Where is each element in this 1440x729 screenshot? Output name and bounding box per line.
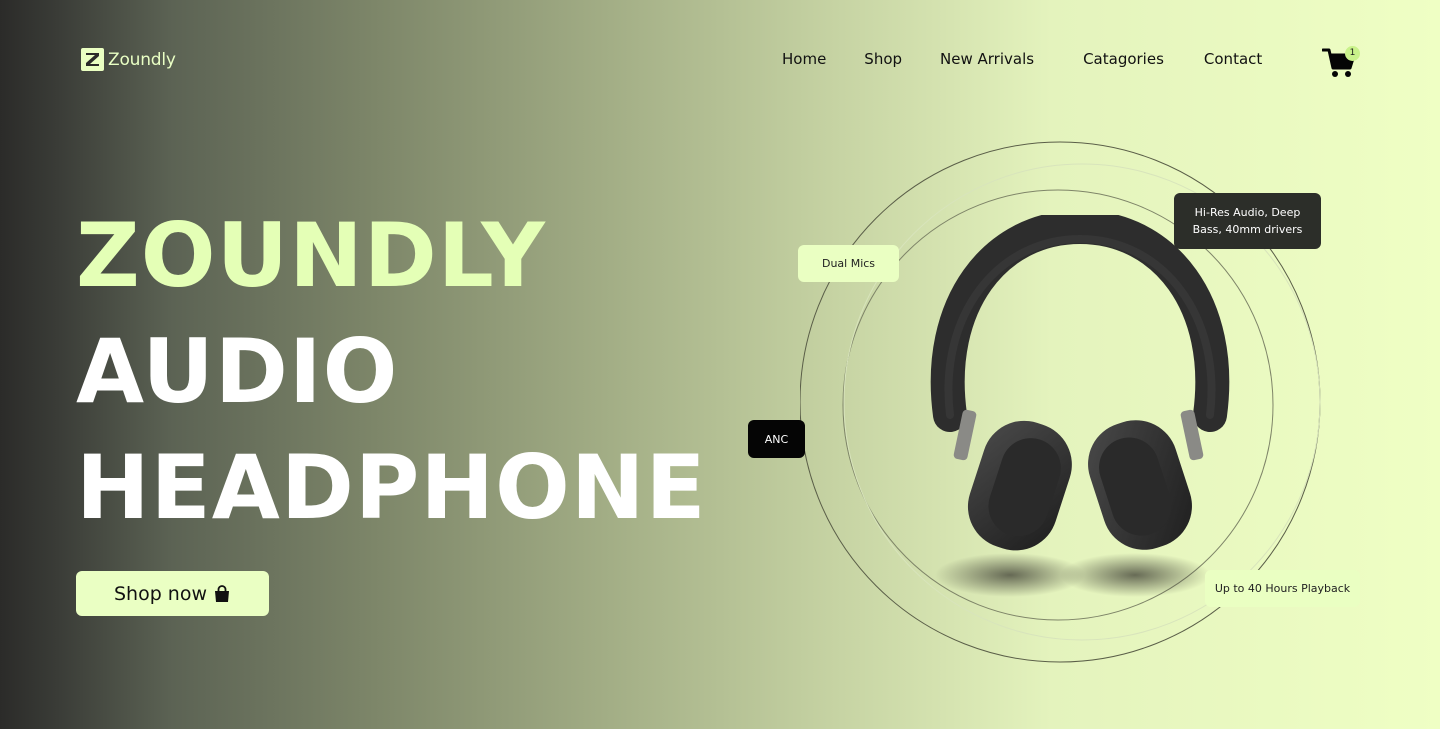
feature-hires-line1: Hi-Res Audio, Deep [1194, 206, 1301, 219]
feature-dual-mics: Dual Mics [798, 245, 899, 282]
hero-heading: ZOUNDLY AUDIO HEADPHONE [76, 198, 707, 546]
main-nav: Home Shop New Arrivals Catagories Contac… [782, 50, 1262, 68]
logo-mark-icon [81, 48, 104, 71]
hero-line-headphone: HEADPHONE [76, 436, 707, 539]
shop-now-label: Shop now [113, 582, 208, 605]
nav-home[interactable]: Home [782, 50, 826, 68]
feature-hires-audio: Hi-Res Audio, Deep Bass, 40mm drivers [1174, 193, 1321, 249]
feature-hires-line2: Bass, 40mm drivers [1192, 223, 1303, 236]
nav-categories[interactable]: Catagories [1083, 50, 1164, 68]
nav-contact[interactable]: Contact [1204, 50, 1262, 68]
nav-shop[interactable]: Shop [864, 50, 902, 68]
shopping-bag-icon [215, 584, 230, 602]
cart-count-badge: 1 [1345, 46, 1360, 61]
nav-new-arrivals[interactable]: New Arrivals [940, 50, 1034, 68]
hero-line-brand: ZOUNDLY [76, 204, 546, 307]
headphone-product-image [930, 215, 1230, 597]
hero-line-audio: AUDIO [76, 320, 399, 423]
brand-logo[interactable]: Zoundly [81, 48, 176, 71]
brand-name: Zoundly [108, 49, 176, 70]
shop-now-button[interactable]: Shop now [76, 571, 269, 616]
feature-playback: Up to 40 Hours Playback [1205, 570, 1360, 607]
feature-anc: ANC [748, 420, 805, 458]
